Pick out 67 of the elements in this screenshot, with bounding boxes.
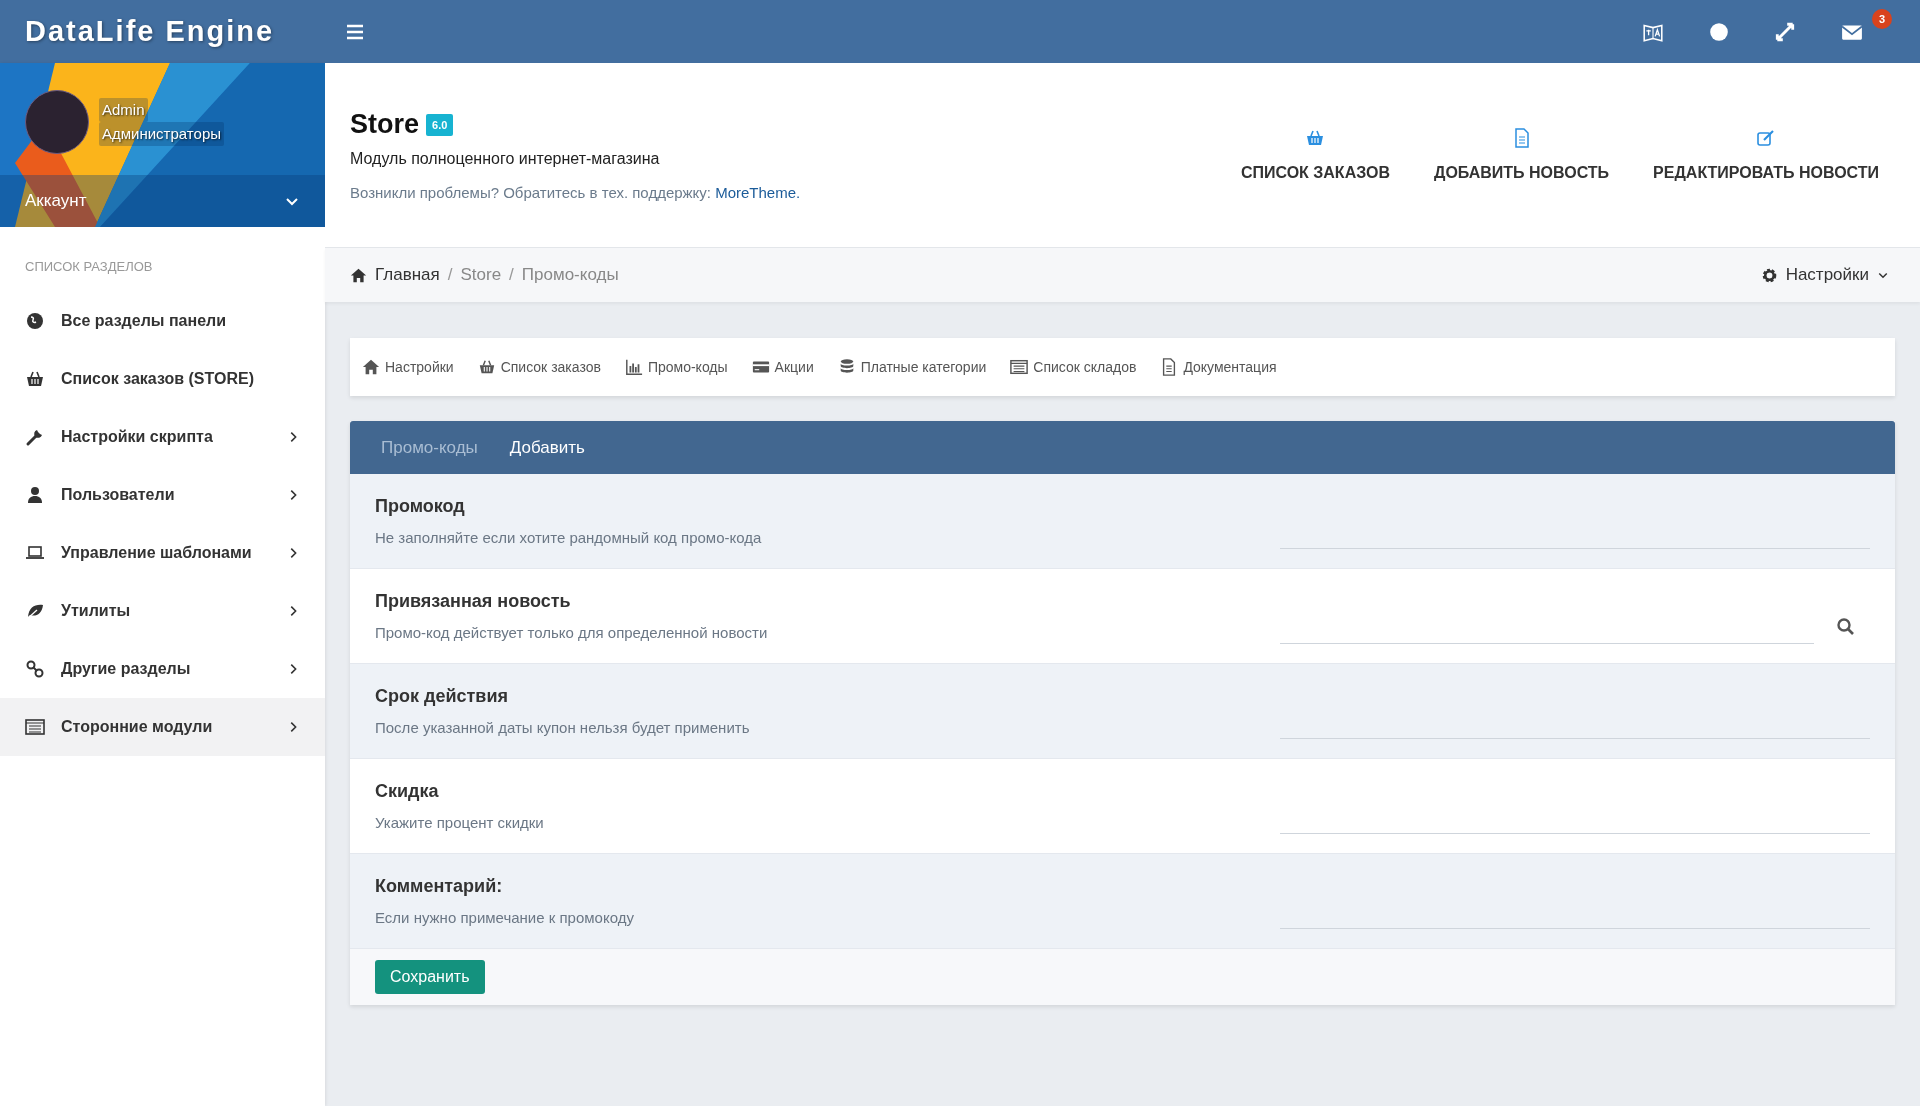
sidebar-item[interactable]: Другие разделы [0,640,325,698]
toolbar-link[interactable]: Акции [751,358,814,376]
page-subtitle: Модуль полноценного интернет-магазина [350,150,661,168]
field-title: Промокод [375,496,466,517]
basket-icon [477,358,496,376]
sidebar-item[interactable]: Настройки скрипта [0,408,325,466]
basket-icon [1305,128,1326,148]
sidebar-label: Другие разделы [61,660,192,678]
sidebar-item[interactable]: Управление шаблонами [0,524,325,582]
user-name: Admin [99,98,148,122]
action-button[interactable]: ДОБАВИТЬ НОВОСТЬ [1428,127,1616,183]
toolbar-link[interactable]: Настройки [362,358,454,376]
sidebar-item[interactable]: Все разделы панели [0,292,325,350]
bar-chart-icon [624,358,643,376]
toolbar-link[interactable]: Список складов [1010,358,1137,376]
search-icon [1836,617,1856,637]
field-hint: После указанной даты купон нельзя будет применить [375,719,751,736]
wrench-icon [25,427,45,447]
action-button[interactable]: СПИСОК ЗАКАЗОВ [1234,127,1396,183]
sidebar-label: Все разделы панели [61,312,228,330]
support-text: Возникли проблемы? Обратитесь в тех. поддержку: MoreTheme. [350,184,801,201]
sidebar-label: Утилиты [61,602,132,620]
toolbar-link[interactable]: Платные категории [837,358,987,376]
sidebar-label: Сторонние модули [61,718,214,736]
home-icon [362,358,380,376]
section-heading: СПИСОК РАЗДЕЛОВ [24,258,154,276]
link-icon [25,659,45,679]
sidebar-item[interactable]: Сторонние модули [0,698,325,756]
page-title: Store [350,109,420,140]
field-hint: Не заполняйте если хотите рандомный код промо-кода [375,529,763,546]
user-icon [25,485,45,505]
sidebar-item[interactable]: Утилиты [0,582,325,640]
sidebar-label: Управление шаблонами [61,544,253,562]
breadcrumb-separator: / [509,265,514,285]
toolbar-link[interactable]: Документация [1160,358,1277,376]
sidebar-label: Список заказов (STORE) [61,370,255,388]
list-icon [25,717,45,737]
basket-icon [25,369,45,389]
settings-dropdown[interactable]: Настройки [1754,264,1895,286]
gear-icon [1760,266,1778,284]
field-title: Привязанная новость [375,591,572,612]
logo: DataLife Engine [24,15,276,48]
field-title: Срок действия [375,686,509,707]
action-button[interactable]: РЕДАКТИРОВАТЬ НОВОСТИ [1647,127,1885,183]
field-hint: Если нужно примечание к промокоду [375,909,635,926]
notification-badge: 3 [1872,8,1892,29]
field-hint: Промо-код действует только для определенной новости [375,624,769,641]
toolbar-link[interactable]: Список заказов [477,358,601,376]
edit-icon [1756,128,1777,148]
breadcrumb-link[interactable]: Главная [375,265,440,285]
panel-tab[interactable]: Добавить [496,429,598,466]
field-title: Скидка [375,781,440,802]
sidebar-item[interactable]: Список заказов (STORE) [0,350,325,408]
expand-icon [1774,20,1796,43]
sidebar-label: Пользователи [61,486,176,504]
field-hint: Укажите процент скидки [375,814,545,831]
account-dropdown[interactable]: Аккаунт [0,175,325,227]
save-button[interactable]: Сохранить [375,960,485,994]
sidebar-label: Настройки скрипта [61,428,214,446]
list-icon [1010,358,1029,376]
support-link[interactable]: MoreTheme. [715,184,801,201]
version-badge: 6.0 [426,113,454,136]
toolbar-link[interactable]: Промо-коды [624,358,728,376]
field-title: Комментарий: [375,876,504,897]
breadcrumb-separator: / [447,265,453,285]
sidebar-item[interactable]: Пользователи [0,466,325,524]
home-icon [350,266,367,284]
